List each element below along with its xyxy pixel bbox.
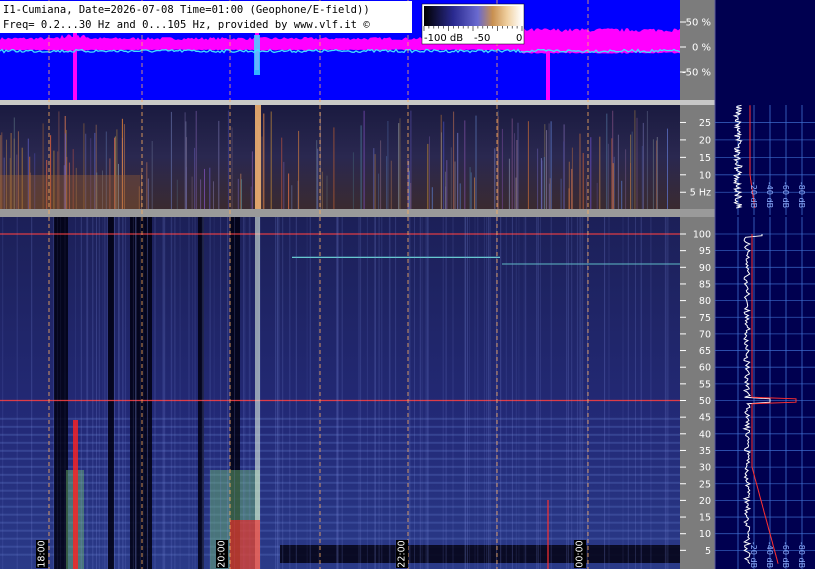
high-tick-label: 90: [699, 263, 711, 274]
time-tick-label: 20:00: [217, 540, 228, 567]
high-tick-label: 70: [699, 329, 711, 340]
header-line-2: Freq= 0.2...30 Hz and 0...105 Hz, provid…: [3, 19, 370, 31]
high-tick-label: 80: [699, 296, 711, 307]
amp-tick-label: 50 %: [686, 18, 711, 29]
low-tick-label: 20: [699, 135, 711, 146]
profile-db-label: -80 dB: [797, 542, 806, 568]
low-tick-label: 10: [699, 170, 711, 181]
low-tick-label: 15: [699, 153, 711, 164]
amplitude-spike: [73, 30, 77, 100]
high-tick-label: 75: [699, 313, 711, 324]
divider-mid: [0, 209, 715, 217]
amp-tick-label: 0 %: [692, 43, 711, 54]
profile-db-label: -20 dB: [749, 542, 758, 568]
high-tick-label: 35: [699, 446, 711, 457]
high-tick-label: 60: [699, 363, 711, 374]
high-tick-label: 100: [693, 230, 711, 241]
color-scale-bar: [424, 6, 522, 26]
profile-db-label: -40 dB: [765, 182, 774, 208]
high-tick-label: 40: [699, 429, 711, 440]
high-tick-label: 30: [699, 463, 711, 474]
high-tick-label: 15: [699, 513, 711, 524]
profile-db-label: -40 dB: [765, 542, 774, 568]
high-tick-label: 85: [699, 279, 711, 290]
profile-db-label: -60 dB: [781, 542, 790, 568]
high-tick-label: 20: [699, 496, 711, 507]
high-tick-label: 65: [699, 346, 711, 357]
time-tick-label: 00:00: [575, 540, 586, 567]
profile-db-label: -20 dB: [749, 182, 758, 208]
high-tick-label: 25: [699, 479, 711, 490]
vlf-monitor: 18:00 20:00 22:00 00:00 50 % 0 % -50 % 5 Hz 10 1…: [0, 0, 815, 569]
high-tick-label: 50: [699, 396, 711, 407]
high-tick-label: 55: [699, 379, 711, 390]
time-tick-label: 22:00: [397, 540, 408, 567]
header-line-1: I1-Cumiana, Date=2026-07-08 Time=01:00 (…: [3, 4, 370, 16]
high-tick-label: 95: [699, 246, 711, 257]
divider-top: [0, 100, 715, 105]
low-tick-label: 5 Hz: [690, 188, 711, 199]
high-tick-label: 5: [705, 546, 711, 557]
high-tick-label: 45: [699, 413, 711, 424]
high-tick-label: 10: [699, 529, 711, 540]
high-burst: [255, 217, 260, 569]
low-burst: [255, 105, 261, 209]
spectrogram-high: [0, 217, 680, 569]
time-tick-label: 18:00: [37, 540, 48, 567]
color-scale-label-max: 0: [516, 33, 522, 44]
profile-db-label: -60 dB: [781, 182, 790, 208]
amplitude-burst: [254, 35, 260, 75]
color-scale-label-mid: -50: [474, 33, 490, 44]
amplitude-spike: [546, 30, 550, 100]
low-tick-label: 25: [699, 118, 711, 129]
dark-column: [108, 217, 114, 569]
vlf-chart: 18:00 20:00 22:00 00:00 50 % 0 % -50 % 5 Hz 10 1…: [0, 0, 815, 569]
profile-db-label: -80 dB: [797, 182, 806, 208]
color-scale-label-min: -100 dB: [424, 33, 463, 44]
amp-tick-label: -50 %: [682, 68, 711, 79]
